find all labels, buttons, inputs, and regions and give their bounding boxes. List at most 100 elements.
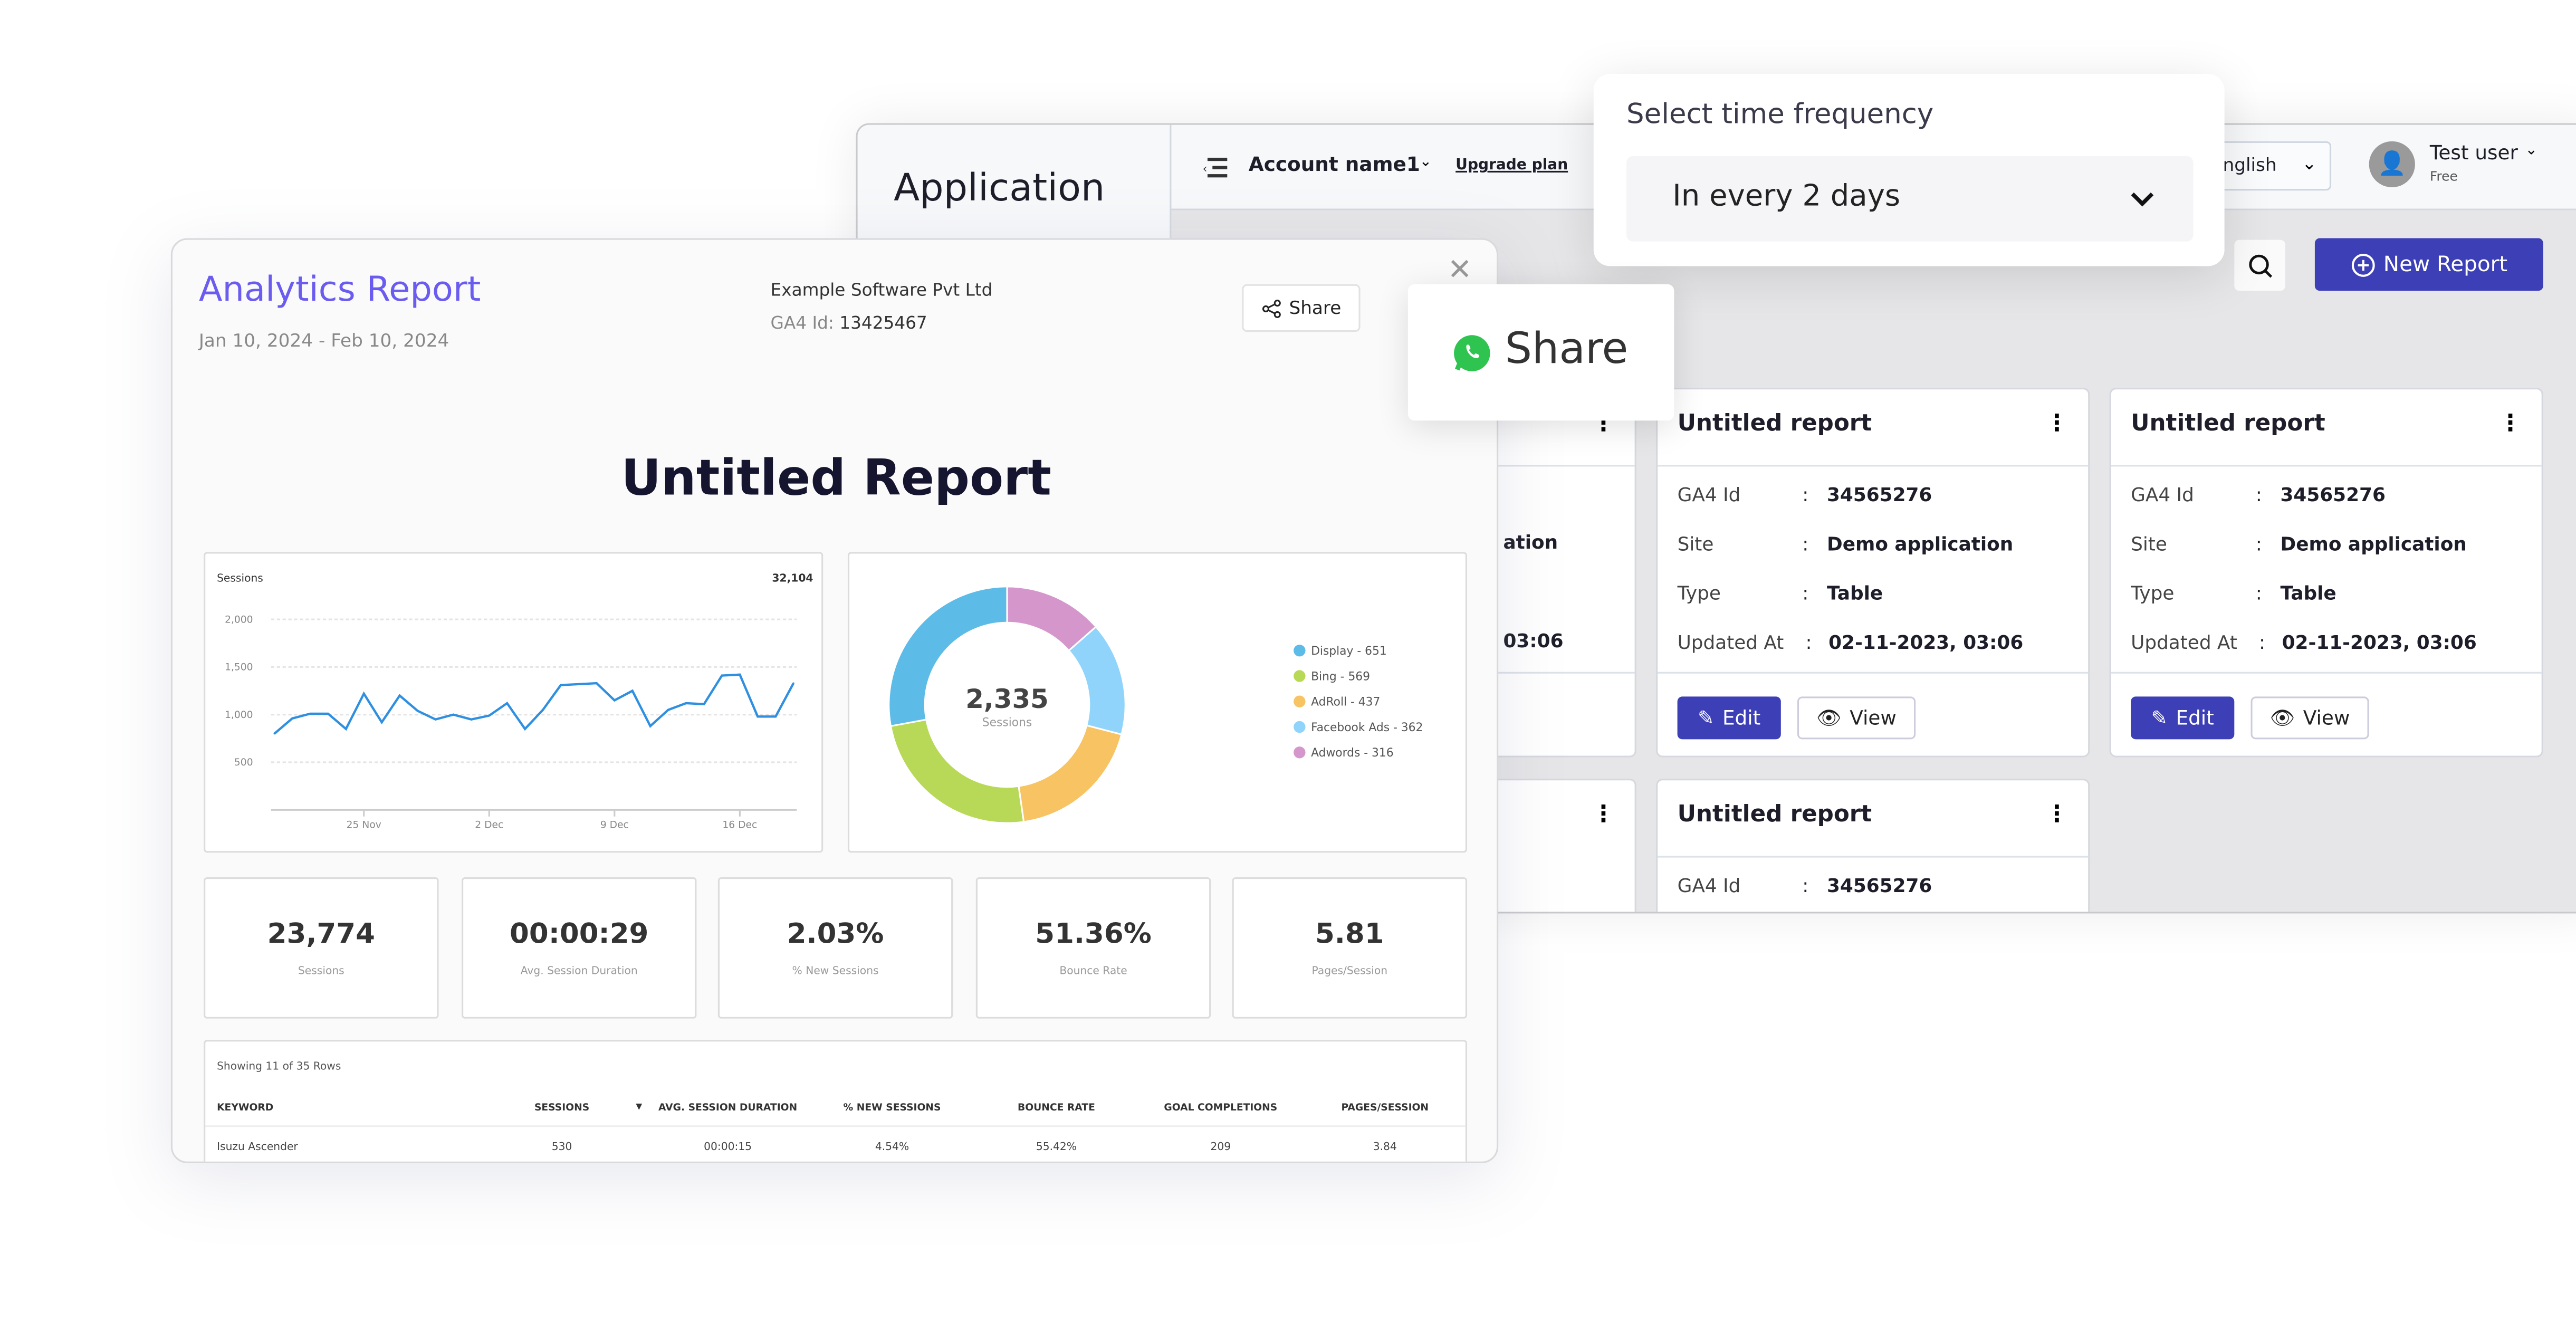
table-cell: 00:00:15 (704, 1140, 752, 1154)
donut-center-value: 2,335 (965, 684, 1049, 714)
more-options-icon[interactable]: ⋮ (1592, 802, 1615, 828)
view-button[interactable]: 👁 View (2251, 696, 2369, 740)
table-cell: 3.84 (1373, 1140, 1397, 1154)
kpi-value: 51.36% (1035, 918, 1152, 952)
plus-circle-icon (2351, 253, 2374, 276)
card-title: Untitled report (1677, 801, 1872, 828)
data-point (488, 714, 490, 717)
data-point (614, 700, 616, 702)
upgrade-plan-link[interactable]: Upgrade plan (1455, 158, 1568, 174)
chart-total: 32,104 (772, 571, 813, 584)
data-point (470, 719, 472, 721)
view-button[interactable]: 👁 View (1797, 696, 1916, 740)
kpi-value: 23,774 (267, 918, 375, 952)
report-title: Analytics Report (198, 269, 481, 309)
share-button[interactable]: Share (1242, 284, 1361, 332)
frequency-value: In every 2 days (1672, 179, 1901, 214)
data-point (578, 683, 580, 685)
column-header[interactable]: PAGES/SESSION (1341, 1103, 1429, 1114)
share-popup-label: Share (1505, 325, 1629, 375)
updated-value: 02-11-2023, 03:06 (2282, 630, 2477, 654)
separator: : (1802, 483, 1809, 506)
edit-button[interactable]: ✎ Edit (2131, 696, 2235, 740)
kpi-label: Sessions (298, 964, 344, 978)
edit-label: Edit (2176, 706, 2214, 730)
legend-entry: Adwords - 316 (1311, 746, 1394, 760)
data-point (291, 717, 293, 720)
kpi-label: Avg. Session Duration (520, 964, 638, 978)
site-value: Demo application (2280, 532, 2467, 555)
ga4-label: GA4 Id (1677, 483, 1741, 506)
frequency-select[interactable]: In every 2 days (1626, 156, 2194, 242)
keyword-table: Showing 11 of 35 Rows KEYWORD SESSIONS AVG… (204, 1040, 1467, 1162)
eye-icon: 👁 (1816, 706, 1842, 730)
data-point (739, 674, 741, 676)
date-range: Jan 10, 2024 - Feb 10, 2024 (198, 330, 449, 352)
report-card: Untitled report ⋮ GA4 Id:34565276 (1656, 779, 2090, 912)
menu-collapse-icon[interactable]: ‹ (1203, 156, 1229, 179)
kpi-value: 2.03% (787, 918, 884, 952)
site-value: Demo application (1826, 532, 2014, 555)
more-options-icon[interactable]: ⋮ (2499, 411, 2522, 437)
ga4-label: GA4 Id (1677, 874, 1741, 897)
sessions-donut-chart: 2,335 Sessions Display - 651 Bing - 569 AdRo… (847, 552, 1467, 853)
ga4-id: GA4 Id: 13425467 (771, 314, 927, 333)
sessions-line-chart: Sessions 32,104 500 1,000 1,500 2,000 25 Nov 2 … (204, 552, 823, 853)
data-point (631, 689, 634, 692)
user-name[interactable]: Test user (2430, 141, 2518, 165)
data-point (703, 703, 705, 705)
column-header[interactable]: % NEW SESSIONS (844, 1103, 941, 1114)
ga4-value: 34565276 (1826, 874, 1932, 897)
data-point (363, 693, 365, 695)
company-name: Example Software Pvt Ltd (770, 281, 993, 301)
column-header[interactable]: KEYWORD (217, 1103, 273, 1114)
avatar[interactable]: 👤 (2369, 141, 2415, 188)
report-card: Untitled report ⋮ GA4 Id:34565276 Site: D… (2109, 387, 2543, 758)
kpi-card: 00:00:29 Avg. Session Duration (462, 877, 697, 1019)
table-cell: Isuzu Ascender (217, 1140, 298, 1154)
more-options-icon[interactable]: ⋮ (2045, 411, 2069, 437)
data-point (756, 715, 759, 717)
analytics-report-panel: Analytics Report Jan 10, 2024 - Feb 10, … (170, 238, 1499, 1163)
data-point (524, 728, 526, 730)
sidebar-brand: Application (857, 124, 1172, 240)
chevron-down-icon[interactable]: ⌄ (2525, 143, 2538, 159)
ga4-label: GA4 Id: (770, 313, 834, 334)
account-selector[interactable]: Account name1 (1249, 153, 1420, 176)
data-point (434, 719, 437, 721)
column-header[interactable]: GOAL COMPLETIONS (1164, 1103, 1277, 1114)
data-point (667, 709, 669, 711)
column-header[interactable]: BOUNCE RATE (1018, 1103, 1095, 1114)
edit-button[interactable]: ✎ Edit (1677, 696, 1781, 740)
share-popup[interactable]: Share (1407, 284, 1674, 421)
chart-title: Sessions (217, 571, 263, 584)
edit-label: Edit (1722, 706, 1761, 730)
app-title: Application (894, 167, 1105, 210)
more-options-icon[interactable]: ⋮ (2045, 802, 2069, 828)
data-point (721, 675, 723, 677)
separator: : (1802, 532, 1809, 555)
search-button[interactable] (2234, 240, 2285, 291)
language-value: nglish (2223, 154, 2277, 176)
close-icon[interactable]: ✕ (1448, 253, 1472, 288)
chevron-down-icon[interactable]: ⌄ (1420, 155, 1432, 171)
legend-entry: Bing - 569 (1311, 670, 1370, 683)
column-header[interactable]: AVG. SESSION DURATION (658, 1103, 797, 1114)
type-label: Type (2131, 581, 2175, 605)
column-header[interactable]: SESSIONS (534, 1103, 589, 1114)
data-point (560, 684, 562, 686)
site-label: Site (1677, 532, 1714, 555)
kpi-card: 51.36% Bounce Rate (975, 877, 1211, 1019)
data-point (273, 733, 275, 735)
data-point (649, 725, 652, 727)
separator: : (2259, 630, 2266, 654)
legend-swatch (1294, 721, 1306, 733)
new-report-button[interactable]: New Report (2314, 238, 2543, 291)
sort-desc-icon[interactable]: ▼ (636, 1103, 642, 1113)
data-point (399, 694, 401, 697)
new-report-label: New Report (2383, 252, 2508, 277)
separator: : (2255, 532, 2262, 555)
donut-center-label: Sessions (982, 716, 1032, 729)
separator: : (2255, 581, 2262, 605)
data-point (685, 702, 687, 704)
